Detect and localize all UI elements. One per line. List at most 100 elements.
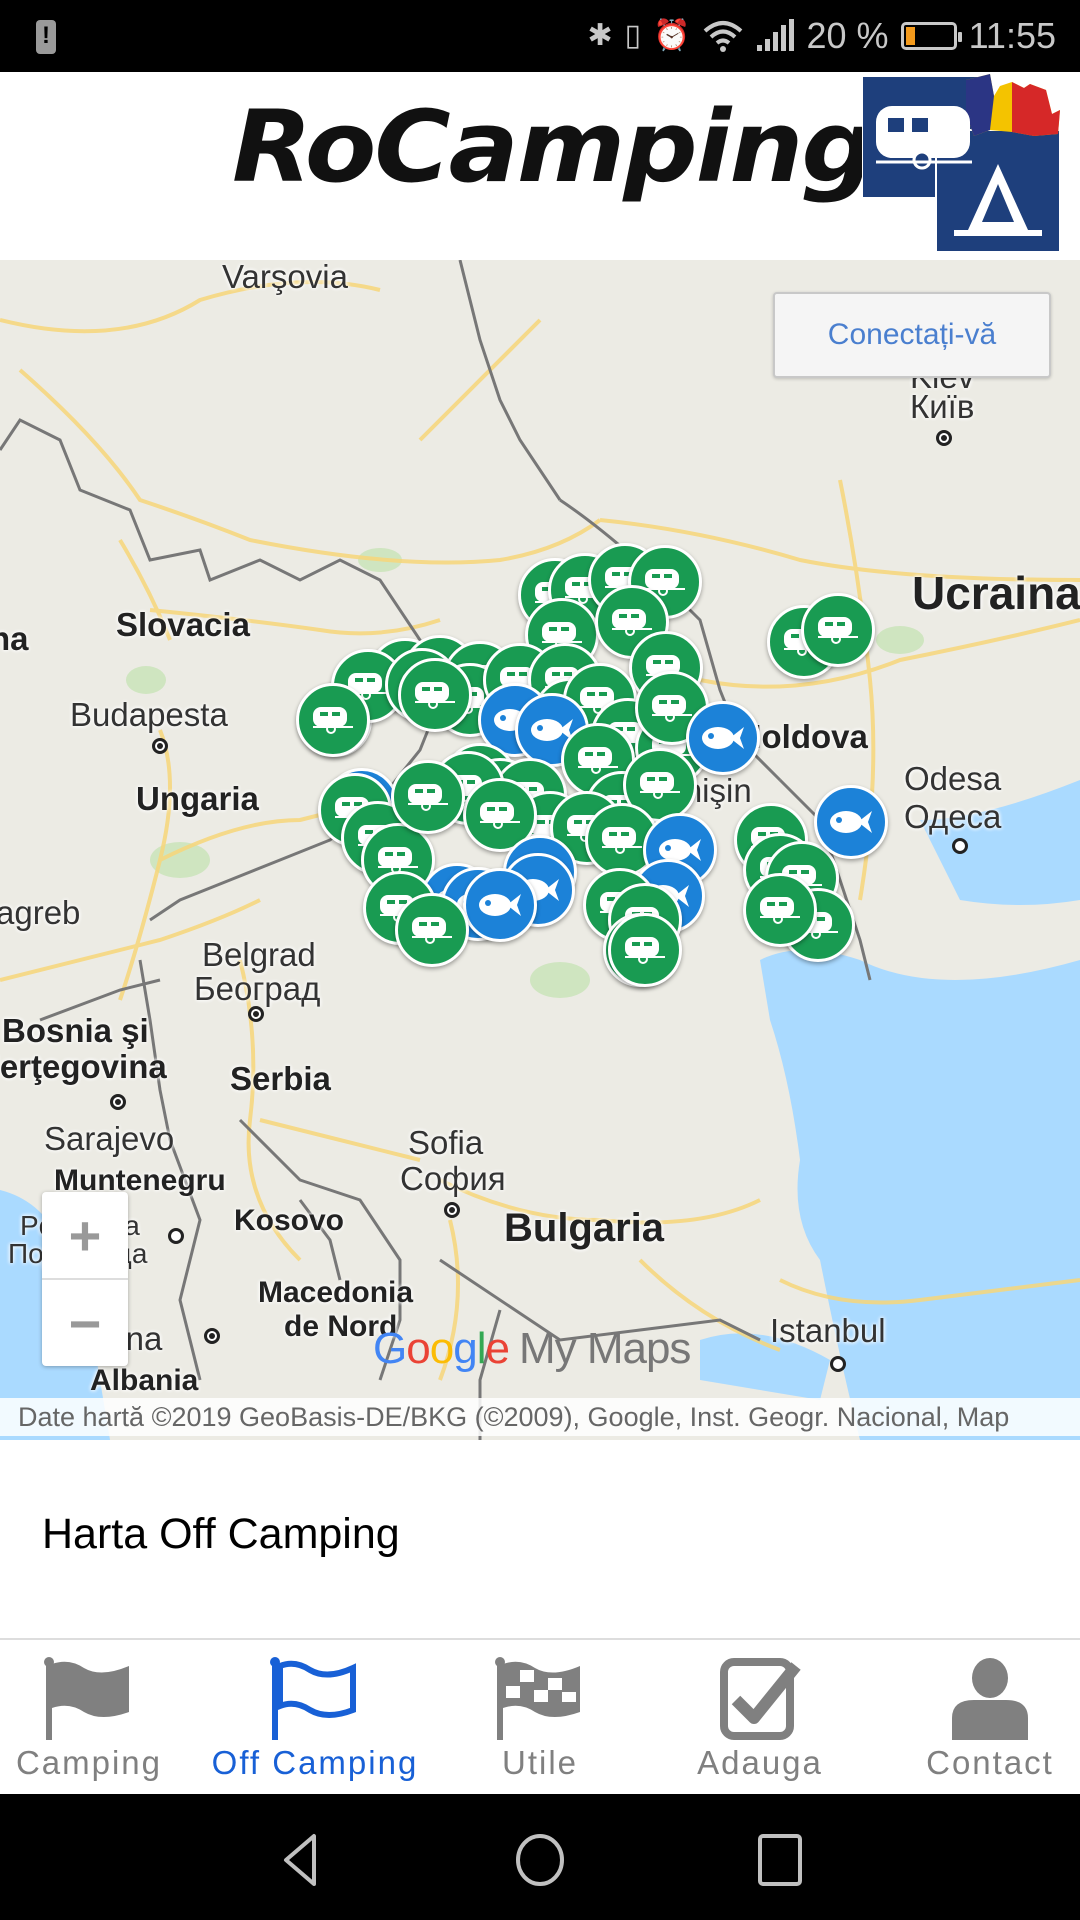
tab-label: Utile [501, 1744, 579, 1781]
logo-letter: o [406, 1324, 431, 1373]
zoom-out-button[interactable]: − [42, 1280, 128, 1366]
battery-percent: 20 % [806, 15, 889, 56]
map-label-sofia-cyr: София [400, 1160, 506, 1197]
wifi-icon [703, 21, 742, 52]
tab-adauga[interactable]: Adauga [680, 1640, 840, 1796]
vibrate-icon: ▯ [624, 19, 642, 52]
map-label-bosnia-1: Bosnia şi [2, 1012, 149, 1049]
bottom-tab-bar: Camping Off Camping Utile Adauga Contact [0, 1638, 1080, 1794]
map-label-ina: na [0, 620, 29, 657]
tab-label: Contact [926, 1744, 1054, 1781]
map-label-hungary: Ungaria [136, 780, 259, 817]
fishing-marker[interactable] [686, 701, 760, 775]
map-label-odesa-lat: Odesa [904, 760, 1002, 797]
city-marker-sofia [444, 1202, 460, 1218]
zoom-in-button[interactable]: + [42, 1192, 128, 1278]
signal-icon [756, 19, 794, 51]
map-label-kosovo: Kosovo [234, 1204, 345, 1237]
clock: 11:55 [968, 15, 1056, 56]
app-title: RoCamping [232, 89, 876, 205]
campsite-marker[interactable] [391, 760, 465, 834]
tab-camping[interactable]: Camping [0, 1640, 178, 1796]
caravan-icon [650, 692, 694, 724]
city-marker-istanbul [830, 1356, 846, 1372]
caravan-icon [478, 799, 522, 831]
back-button[interactable] [270, 1832, 330, 1888]
campsite-marker[interactable] [608, 913, 682, 987]
checkbox-icon [720, 1658, 801, 1740]
tab-label: Off Camping [211, 1744, 419, 1781]
city-marker-tirana [204, 1328, 220, 1344]
my-maps-text: My Maps [518, 1324, 691, 1373]
flag-filled-icon [44, 1657, 129, 1740]
checkered-flag-icon [495, 1657, 580, 1740]
logo-letter: o [429, 1324, 455, 1373]
rocamping-logo [862, 74, 1061, 253]
alarm-icon: ⏰ [653, 19, 691, 52]
caravan-icon [600, 824, 644, 856]
map-label-istanbul: Istanbul [770, 1312, 886, 1349]
status-bar: ✱ ▯ ⏰ 20 % 11:55 [0, 0, 1080, 72]
map-label-serbia: Serbia [230, 1060, 331, 1097]
content-area: Harta Off Camping [0, 1440, 1080, 1638]
caravan-icon [413, 679, 457, 711]
caravan-icon [623, 934, 667, 966]
map-label-odesa-cyr: Одеса [904, 798, 1002, 835]
map-label-sarajevo: Sarajevo [44, 1120, 175, 1157]
caravan-icon [410, 914, 454, 946]
caravan-icon [758, 894, 802, 926]
map-label-bulgaria: Bulgaria [504, 1206, 665, 1250]
warning-icon [36, 20, 56, 54]
status-icons: ✱ ▯ ⏰ 20 % 11:55 [588, 12, 1057, 60]
map-label-sofia-lat: Sofia [408, 1124, 484, 1161]
map-label-belgrade-cyr: Београд [194, 970, 321, 1007]
city-marker-kyiv [936, 430, 952, 446]
caravan-icon [610, 606, 654, 638]
caravan-icon [638, 769, 682, 801]
sign-in-button[interactable]: Conectați-vă [773, 292, 1051, 378]
tab-label: Adauga [697, 1744, 823, 1781]
map-attribution[interactable]: Date hartă ©2019 GeoBasis-DE/BKG (©2009)… [0, 1398, 1080, 1436]
battery-level [905, 27, 916, 45]
fish-icon [477, 891, 523, 919]
fishing-marker[interactable] [463, 868, 537, 942]
fish-icon [828, 808, 874, 836]
map-label-zagreb: agreb [0, 894, 81, 931]
recents-button[interactable] [750, 1832, 810, 1888]
tab-label: Camping [15, 1744, 163, 1781]
flag-outline-icon [270, 1657, 356, 1740]
google-my-maps-logo: Google My Maps [373, 1324, 691, 1374]
campsite-marker[interactable] [296, 683, 370, 757]
map-view[interactable]: Varşovia Kiev Київ Ucraina Slovacia na B… [0, 260, 1080, 1440]
tab-utile[interactable]: Utile [460, 1640, 620, 1796]
map-label-kyiv-cyr: Київ [910, 388, 975, 425]
caravan-icon [816, 614, 860, 646]
campsite-marker[interactable] [395, 893, 469, 967]
tab-off-camping[interactable]: Off Camping [200, 1640, 430, 1796]
city-marker-budapest [152, 738, 168, 754]
page-heading: Harta Off Camping [42, 1510, 400, 1558]
map-label-slovakia: Slovacia [116, 606, 250, 643]
campsite-marker[interactable] [743, 873, 817, 947]
map-label-warsaw: Varşovia [222, 260, 348, 295]
system-navigation-bar [0, 1794, 1080, 1920]
fishing-marker[interactable] [814, 785, 888, 859]
map-label-budapest: Budapesta [70, 696, 228, 733]
map-label-bosnia-2: Herţegovina [0, 1048, 167, 1085]
logo-letter: g [453, 1324, 478, 1373]
city-marker-sarajevo [110, 1094, 126, 1110]
tab-contact[interactable]: Contact [900, 1640, 1080, 1796]
city-marker-odesa [952, 838, 968, 854]
home-button[interactable] [510, 1832, 570, 1888]
zoom-control: + − [42, 1192, 128, 1366]
caravan-icon [406, 781, 450, 813]
map-label-ukraine: Ucraina [912, 567, 1080, 619]
battery-icon [900, 22, 962, 50]
fish-icon [700, 724, 746, 752]
city-marker-podgorica [168, 1228, 184, 1244]
city-marker-belgrade [248, 1006, 264, 1022]
campsite-marker[interactable] [398, 658, 472, 732]
user-icon [952, 1658, 1028, 1740]
logo-letter: G [373, 1324, 407, 1373]
campsite-marker[interactable] [801, 593, 875, 667]
